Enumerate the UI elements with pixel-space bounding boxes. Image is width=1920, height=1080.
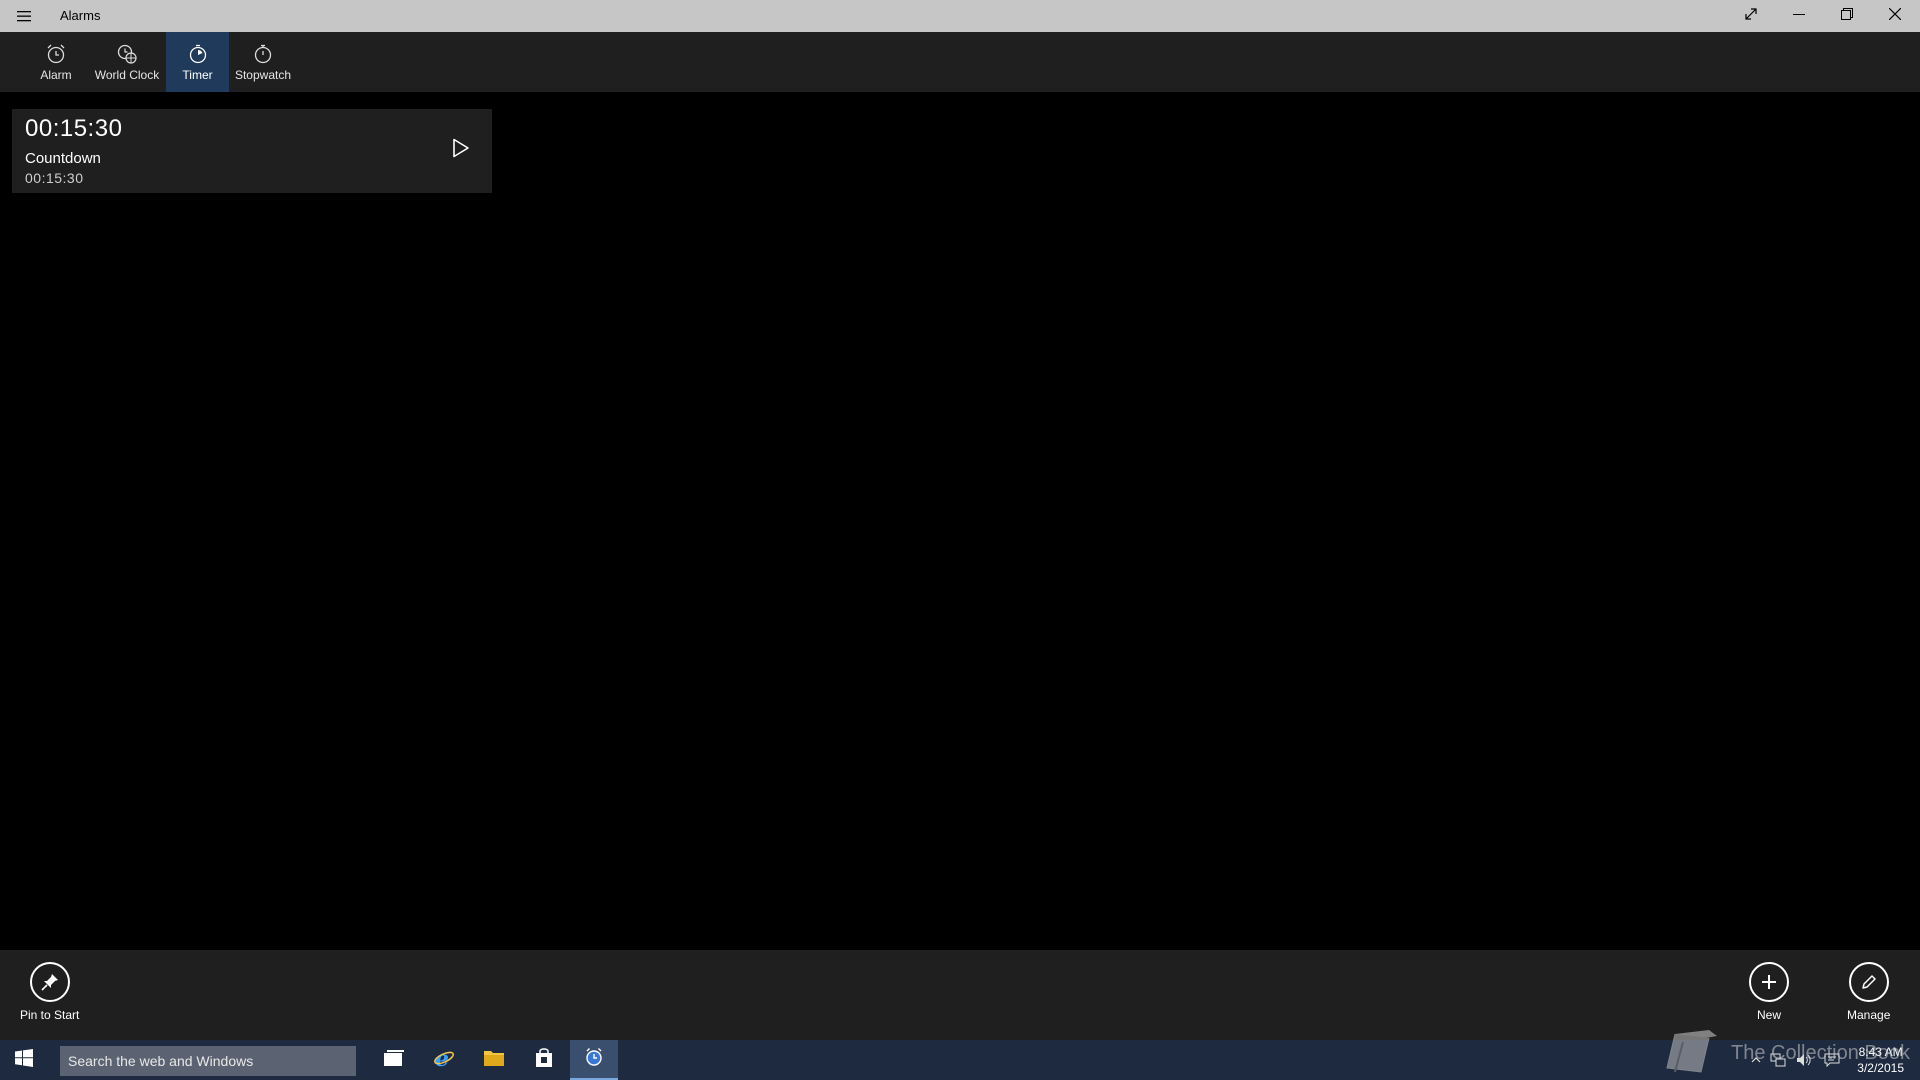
play-button[interactable] [446, 135, 476, 165]
close-icon [1888, 7, 1902, 25]
pin-icon [29, 962, 70, 1002]
tab-label: Alarm [40, 68, 72, 82]
timer-icon [186, 42, 210, 66]
store-button[interactable] [520, 1040, 568, 1080]
tab-label: World Clock [94, 68, 160, 82]
pin-to-start-button[interactable]: Pin to Start [20, 962, 79, 1022]
manage-label: Manage [1847, 1008, 1891, 1022]
tab-world-clock[interactable]: World Clock [92, 32, 162, 92]
tab-stopwatch[interactable]: Stopwatch [233, 32, 293, 92]
taskbar: Search the web and Windows e 8:43 AM 3/2… [0, 1040, 1920, 1080]
title-bar: Alarms [0, 0, 1920, 32]
restore-button[interactable] [1824, 0, 1870, 32]
world-clock-icon [115, 42, 139, 66]
new-label: New [1756, 1008, 1781, 1022]
new-timer-button[interactable]: New [1749, 962, 1789, 1022]
hamburger-menu-icon[interactable] [8, 0, 40, 32]
windows-logo-icon [15, 1048, 33, 1072]
alarm-clock-icon [44, 42, 68, 66]
internet-explorer-button[interactable]: e [420, 1040, 468, 1080]
fullscreen-icon [1744, 7, 1758, 26]
pin-to-start-label: Pin to Start [20, 1008, 80, 1022]
tab-alarm[interactable]: Alarm [36, 32, 76, 92]
store-bag-icon [534, 1047, 554, 1073]
alarms-app-button[interactable] [570, 1040, 618, 1080]
stopwatch-icon [251, 42, 275, 66]
folder-icon [483, 1048, 505, 1073]
start-button[interactable] [0, 1040, 48, 1080]
window-title: Alarms [60, 8, 101, 23]
play-icon [452, 138, 470, 163]
book-icon [1665, 1028, 1719, 1079]
fullscreen-button[interactable] [1728, 0, 1774, 32]
add-icon [1749, 962, 1789, 1002]
task-view-icon [383, 1049, 405, 1072]
minimize-button[interactable] [1776, 0, 1822, 32]
internet-explorer-icon: e [433, 1046, 455, 1074]
restore-icon [1841, 7, 1853, 25]
timer-remaining-time: 00:15:30 [25, 115, 123, 142]
search-box[interactable]: Search the web and Windows [60, 1046, 356, 1076]
manage-button[interactable]: Manage [1847, 962, 1890, 1022]
file-explorer-button[interactable] [470, 1040, 518, 1080]
edit-pencil-icon [1848, 962, 1889, 1002]
watermark-text: The Collection Book [1731, 1042, 1910, 1064]
task-view-button[interactable] [370, 1040, 418, 1080]
timer-card[interactable]: 00:15:30 Countdown 00:15:30 [12, 109, 492, 193]
timer-duration: 00:15:30 [25, 170, 84, 186]
command-bar: Pin to Start New Manage [0, 950, 1920, 1040]
tab-bar: Alarm World Clock Timer Stopwatch [0, 32, 1920, 92]
tab-label: Stopwatch [234, 68, 292, 82]
timer-list: 00:15:30 Countdown 00:15:30 [0, 92, 1920, 950]
alarm-clock-icon [584, 1047, 604, 1072]
close-button[interactable] [1872, 0, 1918, 32]
timer-name: Countdown [25, 150, 101, 167]
watermark: The Collection Book [1665, 1028, 1910, 1079]
minimize-icon [1793, 7, 1805, 25]
tab-label: Timer [182, 68, 213, 82]
tab-timer[interactable]: Timer [166, 32, 229, 92]
